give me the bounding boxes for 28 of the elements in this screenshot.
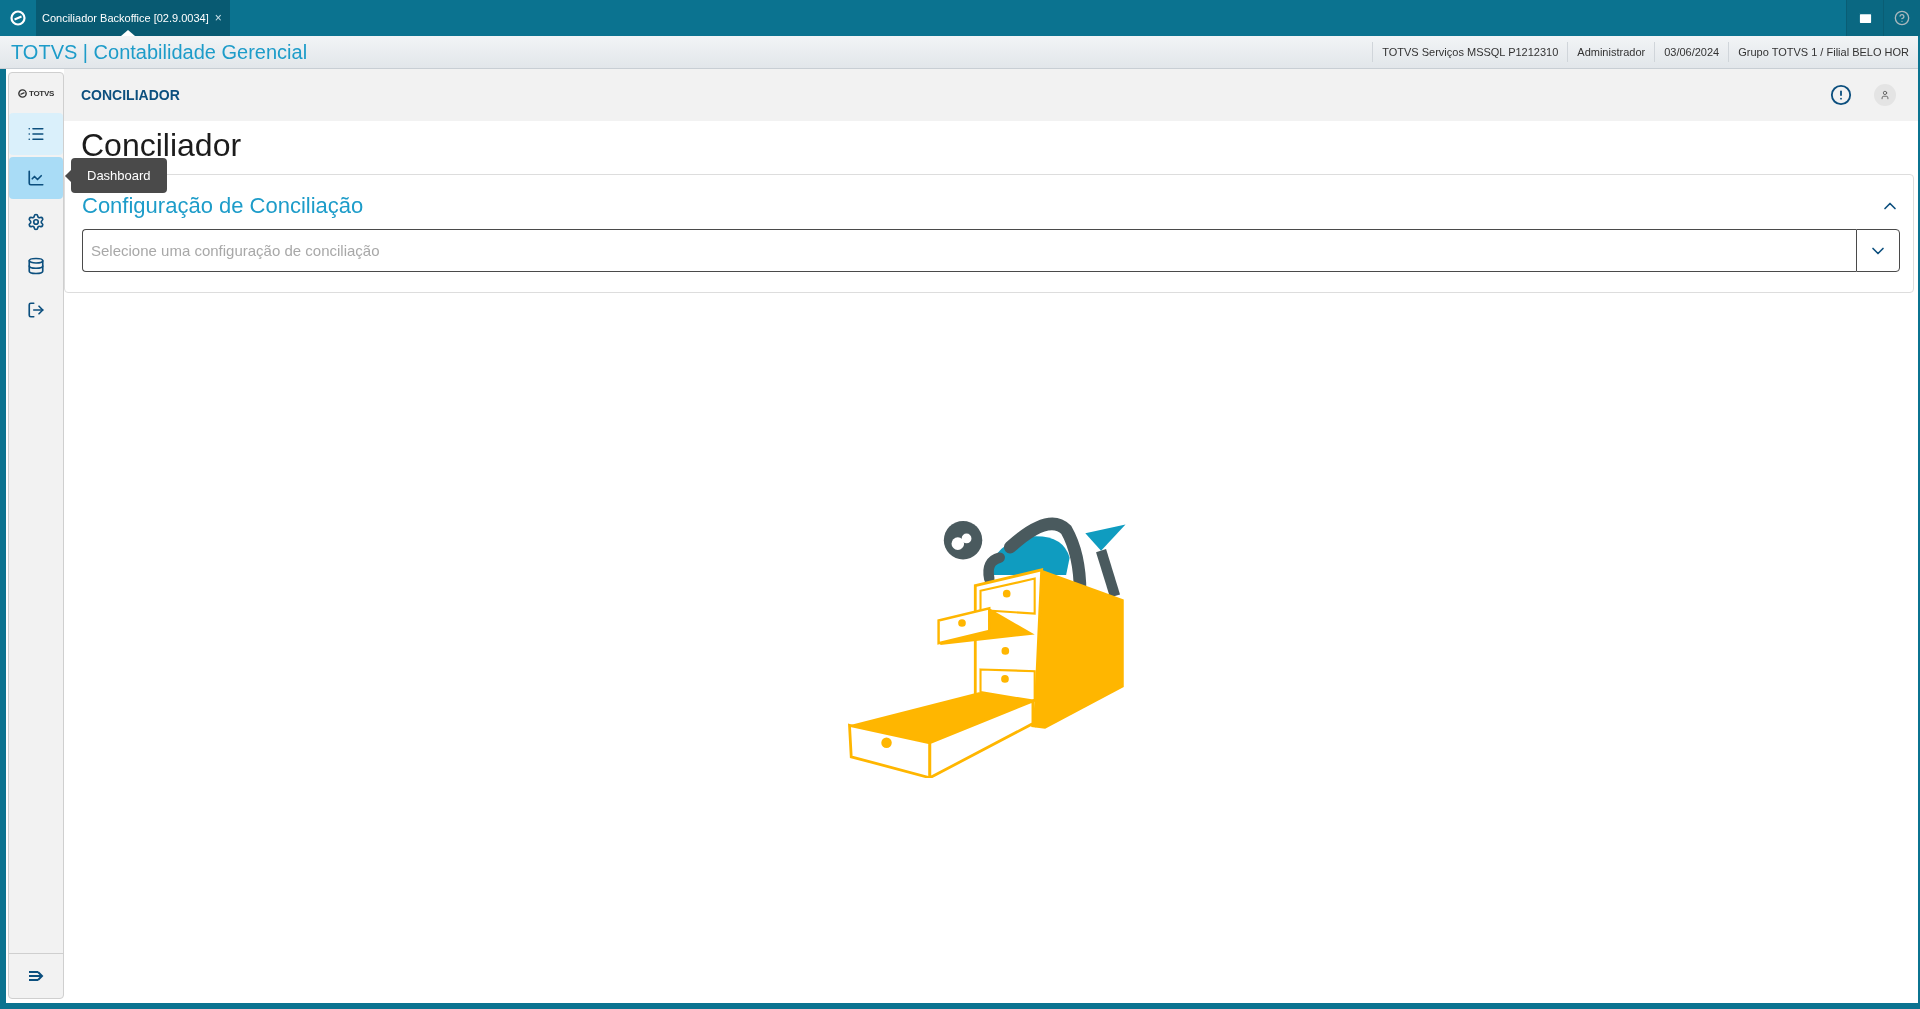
logout-icon bbox=[27, 301, 45, 319]
line-chart-icon bbox=[27, 169, 45, 187]
database-icon bbox=[27, 257, 45, 275]
logo-icon bbox=[10, 10, 26, 26]
select-field[interactable]: Selecione uma configuração de conciliação bbox=[82, 229, 1856, 272]
alert-button[interactable] bbox=[1830, 84, 1852, 106]
tooltip-pointer-icon bbox=[65, 169, 71, 182]
logo-icon bbox=[18, 88, 27, 98]
close-button[interactable]: × bbox=[214, 11, 222, 25]
status-info: TOTVS Serviços MSSQL P1212310 bbox=[1372, 42, 1568, 62]
expand-menu-icon[interactable] bbox=[28, 970, 44, 982]
status-info: 03/06/2024 bbox=[1654, 42, 1729, 62]
help-icon bbox=[1894, 10, 1910, 26]
status-info: Administrador bbox=[1567, 42, 1655, 62]
user-avatar[interactable] bbox=[1874, 84, 1896, 106]
header-title: CONCILIADOR bbox=[81, 87, 181, 103]
dropdown-button[interactable] bbox=[1856, 229, 1900, 272]
settings-icon bbox=[27, 213, 45, 231]
help-button[interactable] bbox=[1883, 0, 1920, 36]
section-title: Configuração de Conciliação bbox=[82, 193, 364, 219]
tooltip: Dashboard bbox=[71, 158, 167, 193]
app-title: TOTVS | Contabilidade Gerencial bbox=[11, 40, 308, 64]
sidebar-logo: TOTVS bbox=[29, 88, 54, 98]
status-info: Grupo TOTVS 1 / Filial BELO HOR bbox=[1728, 42, 1918, 62]
list-icon bbox=[27, 125, 45, 143]
window-tab[interactable]: Conciliador Backoffice [02.9.0034] × bbox=[36, 0, 230, 36]
mail-button[interactable] bbox=[1846, 0, 1883, 36]
mail-icon bbox=[1857, 10, 1873, 26]
